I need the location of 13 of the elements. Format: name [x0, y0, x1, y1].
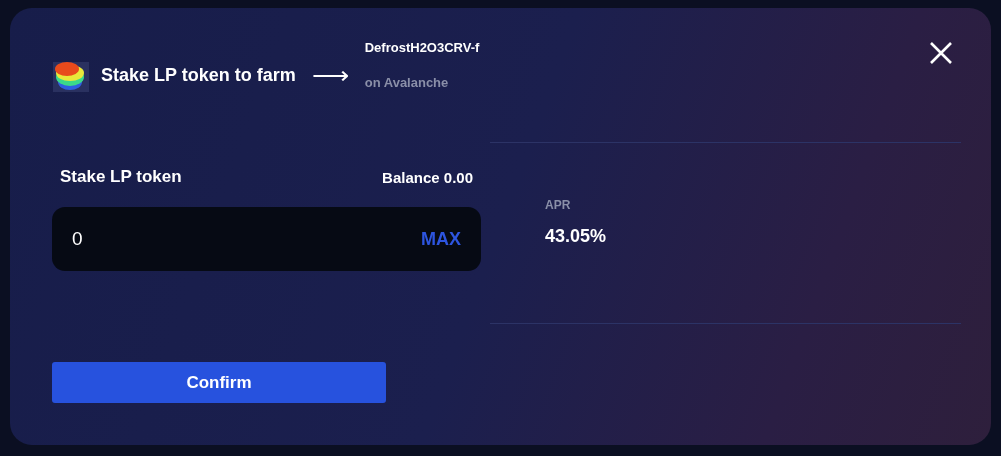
apr-label: APR [545, 198, 572, 212]
balance-label: Balance 0.00 [382, 168, 473, 186]
amount-value: 0 [72, 228, 84, 250]
max-button[interactable]: MAX [421, 228, 461, 250]
amount-input-field[interactable]: 0 MAX [52, 207, 481, 271]
network-label: on Avalanche [364, 75, 450, 90]
arrow-icon: ⟶ [311, 62, 349, 88]
stake-label: Stake LP token [60, 167, 182, 187]
close-button[interactable] [929, 41, 953, 65]
confirm-button[interactable]: Confirm [52, 362, 386, 403]
apr-value: 43.05% [545, 226, 607, 247]
dialog-title: Stake LP token to farm [101, 64, 296, 86]
token-name: DefrostH2O3CRV-f [364, 40, 480, 55]
